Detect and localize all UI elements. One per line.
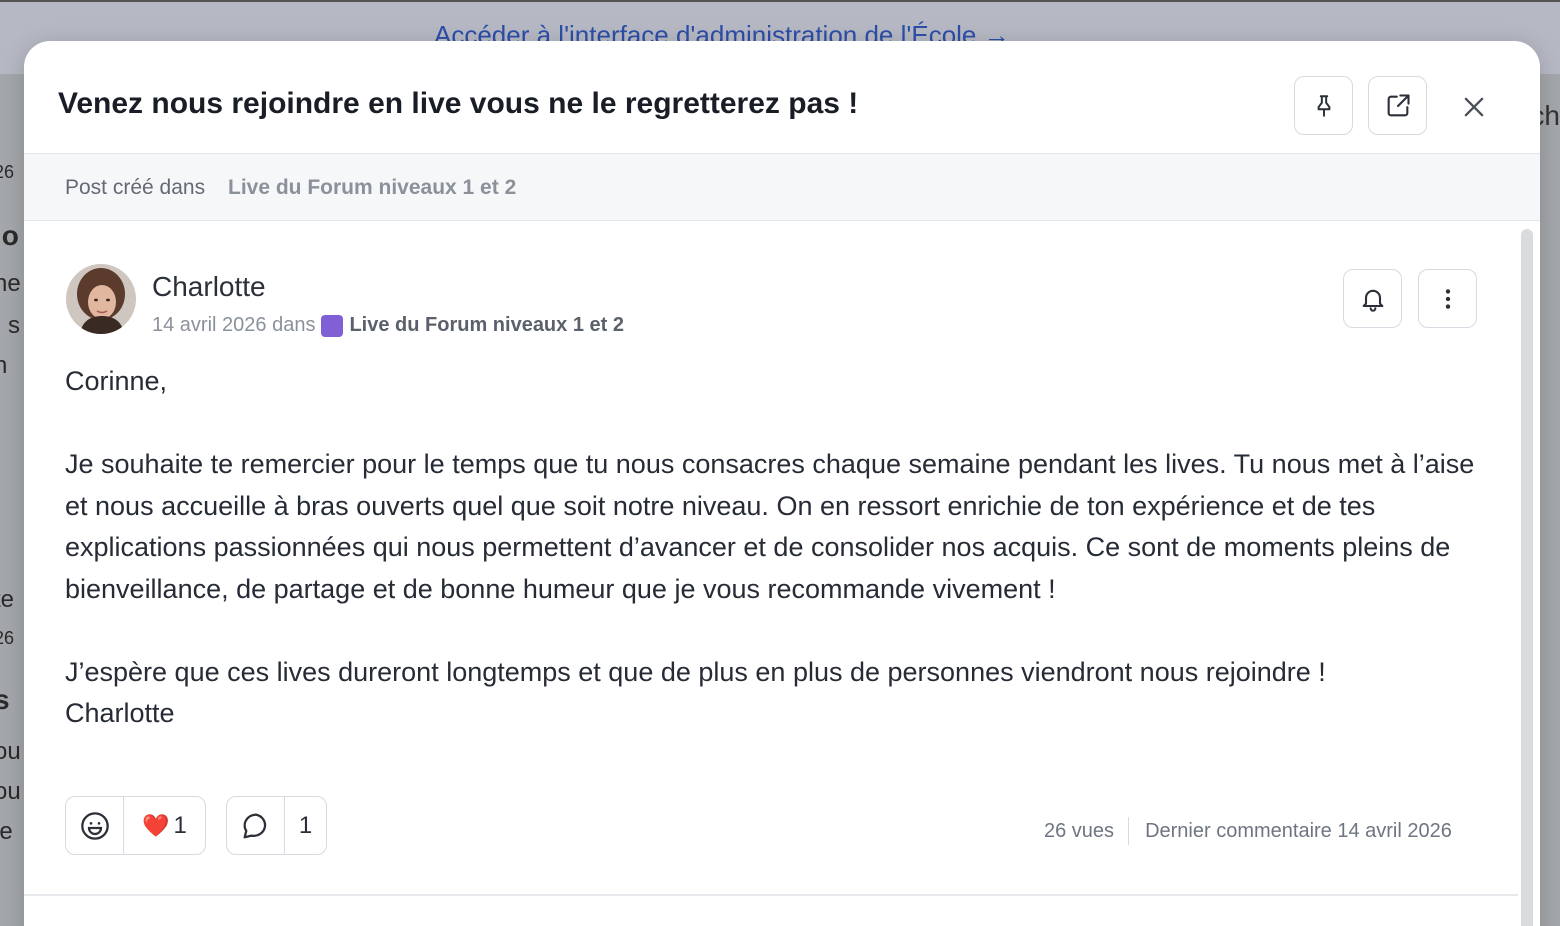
post-paragraph: Je souhaite te remercier pour le temps q… xyxy=(65,449,1475,604)
stats-divider xyxy=(1128,817,1130,845)
posted-in-space-link[interactable]: Live du Forum niveaux 1 et 2 xyxy=(228,176,516,200)
post-content: Charlotte 14 avril 2026 dans Live du For… xyxy=(24,221,1518,926)
comment-button[interactable] xyxy=(227,797,284,854)
avatar[interactable] xyxy=(66,264,136,334)
view-count: 26 vues xyxy=(1044,819,1115,842)
background-left-column: 26 io ne s n te 26 s ou ou ie xyxy=(0,162,21,845)
post-paragraph: Charlotte xyxy=(65,698,175,728)
modal-header: Venez nous rejoindre en live vous ne le … xyxy=(24,41,1540,154)
scrollbar[interactable] xyxy=(1521,229,1533,926)
comment-count[interactable]: 1 xyxy=(284,797,326,854)
post-title: Venez nous rejoindre en live vous ne le … xyxy=(58,87,859,120)
bell-icon xyxy=(1362,289,1383,312)
reaction-pill: ❤️ 1 xyxy=(65,796,206,855)
section-divider xyxy=(24,894,1518,896)
reaction-count: 1 xyxy=(173,811,187,839)
comment-pill: 1 xyxy=(226,796,327,855)
comment-icon xyxy=(243,813,266,838)
smiley-icon xyxy=(80,811,109,840)
post-location-bar: Post créé dans Live du Forum niveaux 1 e… xyxy=(24,154,1540,221)
avatar-image xyxy=(66,264,136,334)
vertical-dots-icon xyxy=(1445,288,1450,309)
follow-post-button[interactable] xyxy=(1343,269,1402,328)
post-space-link[interactable]: Live du Forum niveaux 1 et 2 xyxy=(349,314,624,337)
space-color-chip xyxy=(321,314,344,337)
post-date: 14 avril 2026 dans xyxy=(152,314,316,336)
close-icon xyxy=(1464,97,1484,117)
post-stats: 26 vues Dernier commentaire 14 avril 202… xyxy=(1044,817,1452,845)
external-link-icon xyxy=(1387,93,1410,116)
post-paragraph: Corinne, xyxy=(65,366,168,396)
add-reaction-button[interactable] xyxy=(66,797,123,854)
post-meta: 14 avril 2026 dans Live du Forum niveaux… xyxy=(152,314,624,337)
post-body: Corinne, Je souhaite te remercier pour l… xyxy=(65,361,1485,735)
pin-button[interactable] xyxy=(1294,76,1353,135)
pin-icon xyxy=(1317,94,1330,117)
last-comment-date: Dernier commentaire 14 avril 2026 xyxy=(1145,819,1452,842)
post-actions: ❤️ 1 1 xyxy=(65,796,327,855)
heart-reaction-button[interactable]: ❤️ 1 xyxy=(123,797,205,854)
heart-icon: ❤️ xyxy=(142,812,170,838)
post-paragraph: J’espère que ces lives dureront longtemp… xyxy=(65,656,1326,687)
close-button[interactable] xyxy=(1454,87,1494,127)
posted-in-label: Post créé dans xyxy=(65,176,206,199)
open-in-new-tab-button[interactable] xyxy=(1368,76,1427,135)
author-name[interactable]: Charlotte xyxy=(152,271,266,303)
more-options-button[interactable] xyxy=(1418,269,1477,328)
post-modal: Venez nous rejoindre en live vous ne le … xyxy=(24,41,1540,926)
